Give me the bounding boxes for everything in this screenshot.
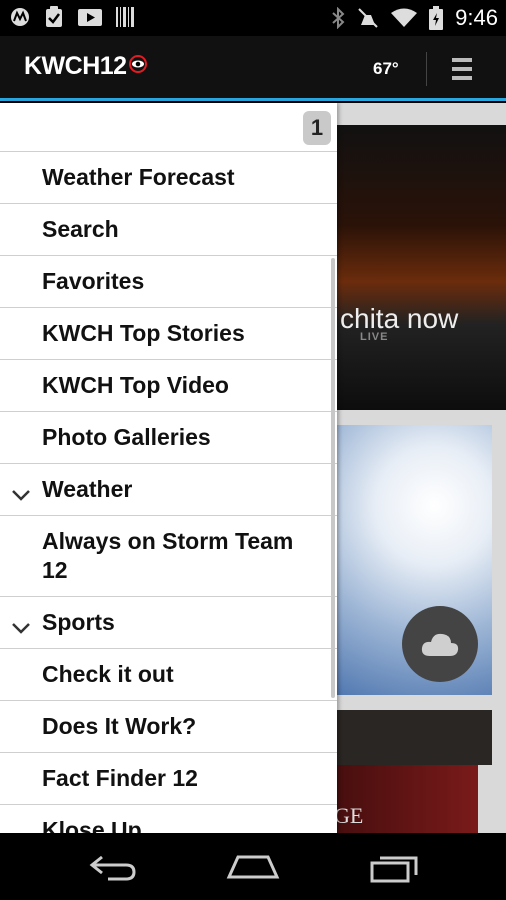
system-nav-bar bbox=[0, 833, 506, 900]
nav-item-klose-up[interactable]: Klose Up bbox=[0, 805, 337, 833]
wifi-icon bbox=[391, 8, 418, 28]
status-bar: 9:46 bbox=[0, 0, 506, 36]
clipboard-icon bbox=[44, 6, 64, 28]
drawer-scrollbar[interactable] bbox=[331, 258, 335, 698]
nav-item-label: Check it out bbox=[42, 661, 174, 687]
drawer-header: 1 bbox=[0, 103, 337, 152]
nav-item-fact-finder[interactable]: Fact Finder 12 bbox=[0, 753, 337, 805]
bluetooth-icon bbox=[331, 7, 345, 29]
nav-item-label: Fact Finder 12 bbox=[42, 765, 198, 791]
nav-item-label: Weather Forecast bbox=[42, 164, 235, 190]
nav-item-label: Photo Galleries bbox=[42, 424, 211, 450]
home-icon[interactable] bbox=[226, 853, 280, 886]
nav-item-label: Favorites bbox=[42, 268, 145, 294]
nav-item-label: Search bbox=[42, 216, 119, 242]
navigation-drawer: 1 Weather Forecast Search Favorites KWCH… bbox=[0, 103, 337, 833]
promo-text: GE bbox=[334, 803, 364, 828]
hamburger-icon[interactable] bbox=[452, 58, 472, 80]
nav-item-weather[interactable]: Weather bbox=[0, 464, 337, 516]
nav-item-label: Sports bbox=[42, 609, 115, 635]
nav-item-top-stories[interactable]: KWCH Top Stories bbox=[0, 308, 337, 360]
nav-item-weather-forecast[interactable]: Weather Forecast bbox=[0, 152, 337, 204]
battery-icon bbox=[429, 6, 444, 30]
nav-item-top-video[interactable]: KWCH Top Video bbox=[0, 360, 337, 412]
nav-item-label: Does It Work? bbox=[42, 713, 197, 739]
logo-text: KWCH12 bbox=[24, 52, 127, 80]
nav-item-label: Klose Up bbox=[42, 817, 142, 833]
notification-badge[interactable]: 1 bbox=[303, 111, 331, 145]
nav-item-label: Always on Storm Team 12 bbox=[42, 528, 294, 583]
chevron-down-icon bbox=[11, 613, 31, 642]
chevron-down-icon bbox=[11, 480, 31, 509]
nav-item-sports[interactable]: Sports bbox=[0, 597, 337, 649]
nav-item-check-it-out[interactable]: Check it out bbox=[0, 649, 337, 701]
clock: 9:46 bbox=[455, 5, 498, 30]
temperature[interactable]: 67° bbox=[373, 59, 399, 79]
nav-item-label: Weather bbox=[42, 476, 133, 502]
motorola-icon bbox=[10, 7, 30, 27]
video-icon bbox=[78, 7, 102, 27]
nav-item-search[interactable]: Search bbox=[0, 204, 337, 256]
barcode-icon bbox=[116, 7, 134, 27]
cbs-eye-icon bbox=[128, 55, 147, 78]
nav-item-favorites[interactable]: Favorites bbox=[0, 256, 337, 308]
mute-icon bbox=[357, 7, 379, 29]
cloud-icon[interactable] bbox=[402, 606, 478, 682]
back-icon[interactable] bbox=[88, 853, 138, 886]
nav-item-label: KWCH Top Video bbox=[42, 372, 229, 398]
nav-item-storm-team[interactable]: Always on Storm Team 12 bbox=[0, 516, 337, 597]
hero-title: chita now bbox=[340, 303, 459, 334]
header-divider bbox=[426, 52, 427, 86]
nav-item-photo-galleries[interactable]: Photo Galleries bbox=[0, 412, 337, 464]
app-header: KWCH12 67° bbox=[0, 36, 506, 101]
station-logo[interactable]: KWCH12 bbox=[24, 52, 147, 81]
nav-item-does-it-work[interactable]: Does It Work? bbox=[0, 701, 337, 753]
live-label: LIVE bbox=[360, 331, 389, 343]
recents-icon[interactable] bbox=[370, 853, 420, 888]
nav-item-label: KWCH Top Stories bbox=[42, 320, 245, 346]
